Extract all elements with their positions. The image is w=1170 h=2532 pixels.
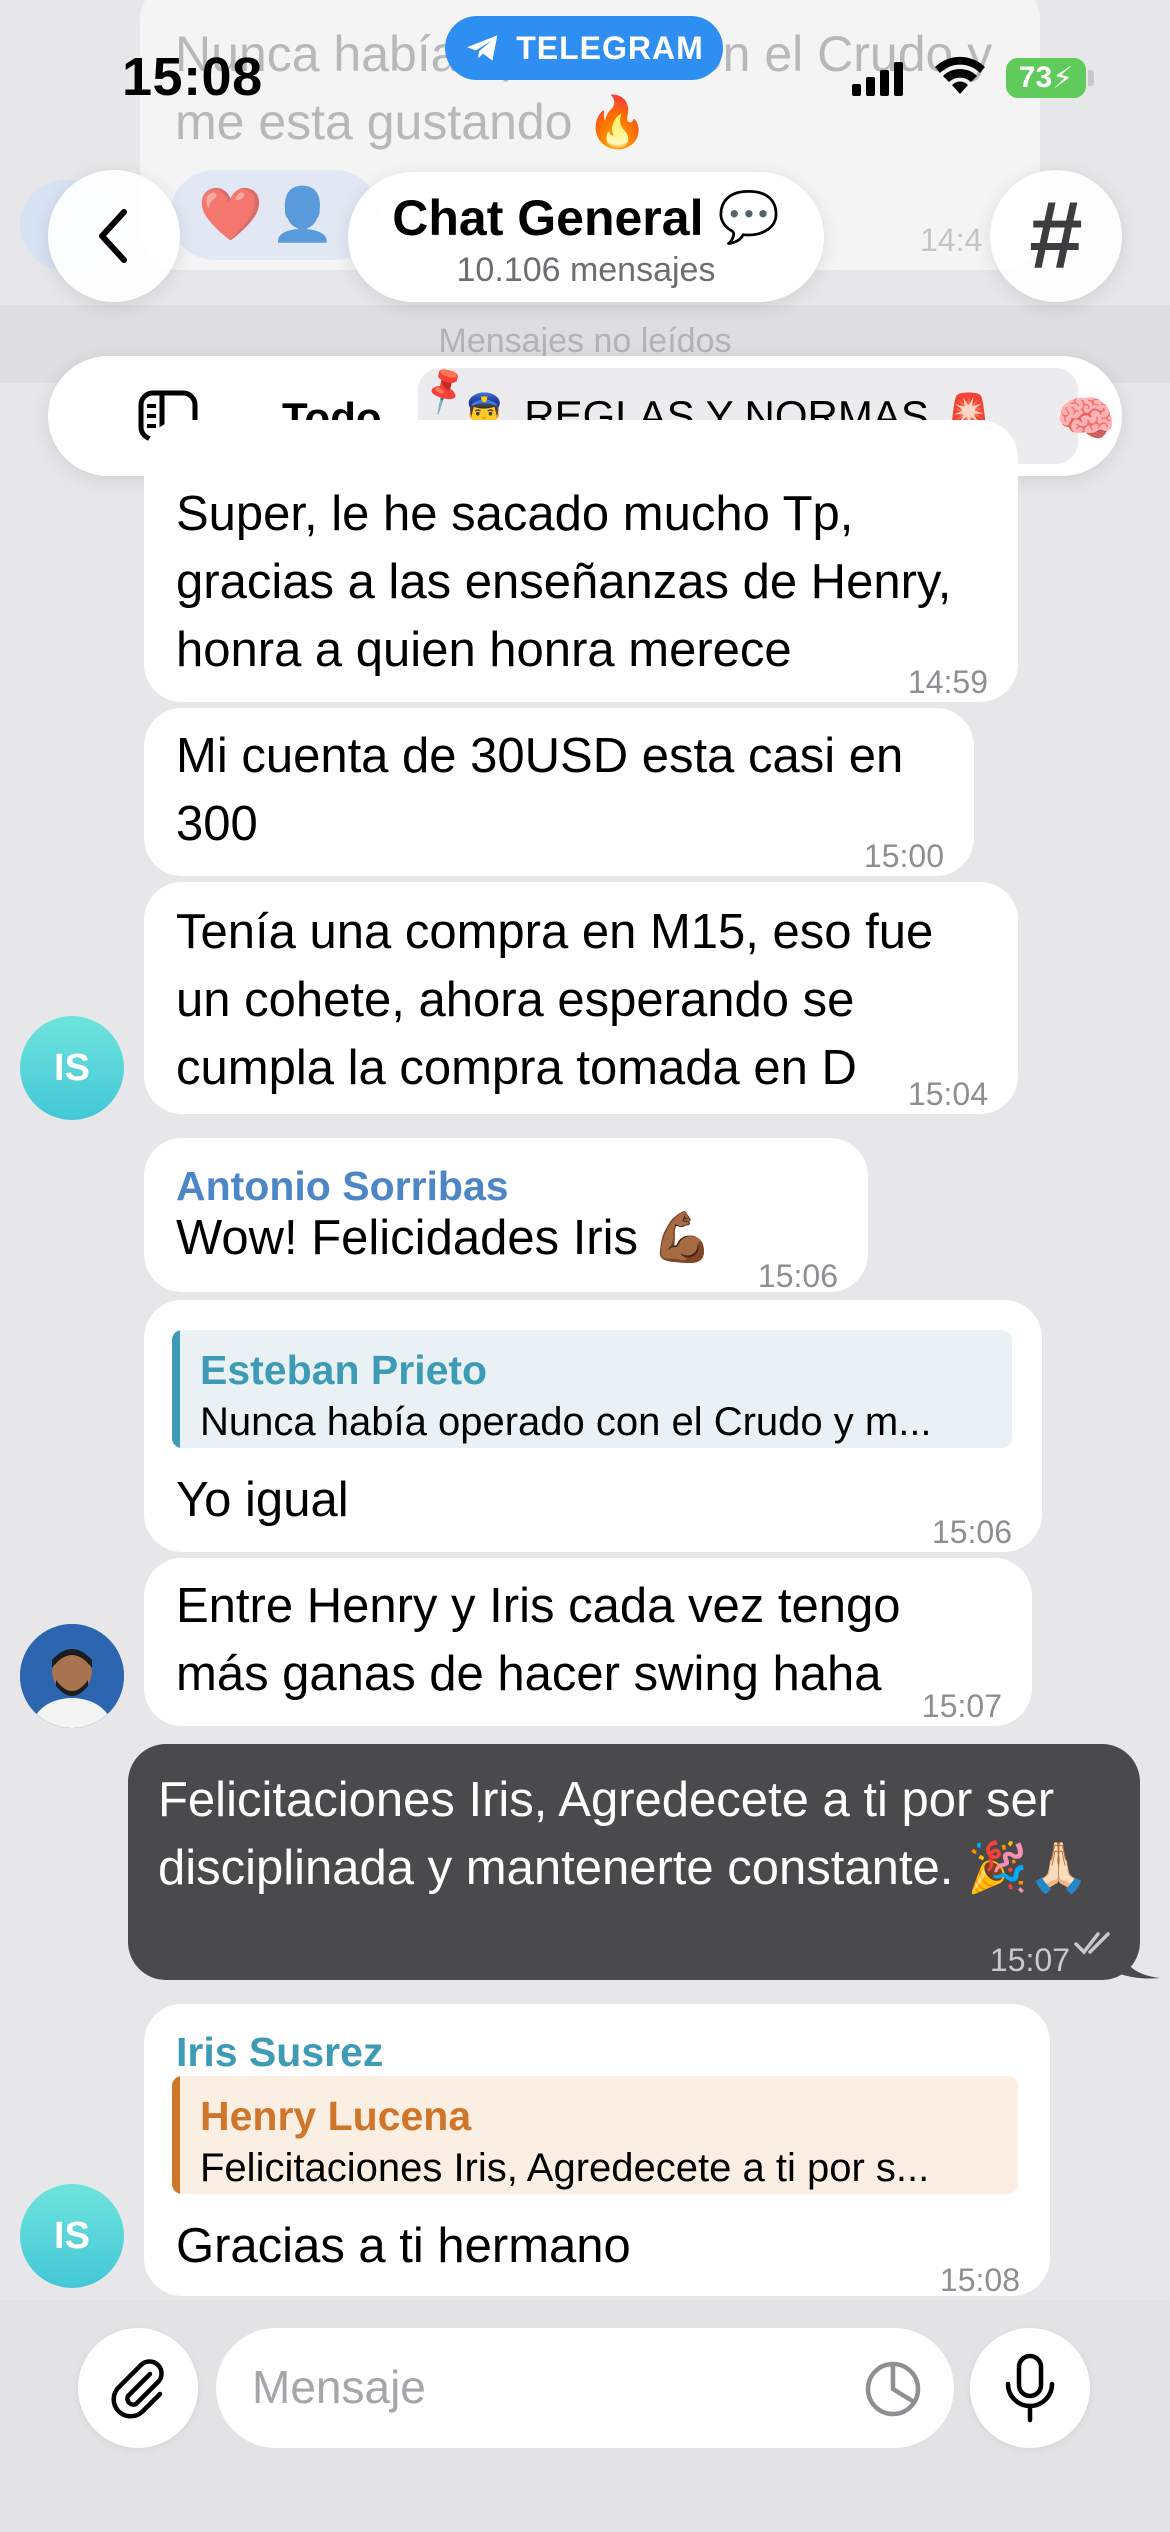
message-count: 10.106 mensajes (456, 251, 716, 289)
message-text: Felicitaciones Iris, Agredecete a ti por… (158, 1773, 1089, 1895)
message-bubble[interactable]: Mi cuenta de 30USD esta casi en 300 15:0… (144, 708, 974, 876)
hash-icon: # (1029, 182, 1083, 289)
message-time: 15:07 (989, 1942, 1070, 1978)
message-time: 15:04 (907, 1076, 988, 1112)
faded-time: 14:4 (920, 222, 983, 258)
message-text: Gracias a ti hermano (176, 2219, 631, 2273)
paperclip-icon (111, 2359, 164, 2419)
message-time: 15:07 (921, 1688, 1002, 1724)
message-text: Yo igual (176, 1473, 349, 1527)
reply-bar (172, 1330, 180, 1448)
microphone-button[interactable] (970, 2328, 1090, 2448)
read-checkmarks-icon (1074, 1932, 1110, 1955)
status-time: 15:08 (122, 47, 263, 107)
chat-title[interactable]: Chat General 💬 10.106 mensajes (348, 172, 824, 302)
message-input-field[interactable] (216, 2328, 954, 2448)
sticker-icon[interactable] (864, 2360, 922, 2418)
reply-preview[interactable]: Henry Lucena Felicitaciones Iris, Agrede… (172, 2076, 1018, 2194)
speech-bubble-icon: 💬 (717, 189, 780, 245)
charging-icon: ⚡ (1052, 61, 1074, 95)
reply-snippet: Felicitaciones Iris, Agredecete a ti por… (200, 2146, 930, 2190)
message-time: 14:59 (907, 664, 988, 700)
message-text: Wow! Felicidades Iris 💪🏾 (176, 1211, 713, 1265)
chat-name: Chat General (392, 189, 704, 246)
back-button[interactable] (48, 170, 180, 302)
microphone-icon (1005, 2353, 1055, 2423)
message-text: Super, le he sacado mucho Tp, gracias a … (176, 487, 952, 677)
reaction-avatar: 👤 (270, 186, 335, 244)
telegram-badge-label: TELEGRAM (516, 29, 704, 66)
message-text: Tenía una compra en M15, eso fue un cohe… (176, 905, 934, 1095)
tab-brain[interactable]: 🧠 (1056, 390, 1116, 447)
telegram-app-badge[interactable]: TELEGRAM (445, 16, 723, 80)
attach-button[interactable] (78, 2328, 198, 2448)
reply-snippet: Nunca había operado con el Crudo y m... (200, 1400, 932, 1444)
battery-indicator: 73 ⚡ (1006, 58, 1086, 98)
message-bubble[interactable]: Iris Susrez Henry Lucena Felicitaciones … (144, 2004, 1050, 2298)
message-bubble[interactable]: Entre Henry y Iris cada vez tengo más ga… (144, 1558, 1032, 1726)
reply-preview[interactable]: Esteban Prieto Nunca había operado con e… (172, 1330, 1012, 1448)
message-text: Entre Henry y Iris cada vez tengo más ga… (176, 1579, 901, 1701)
telegram-icon (467, 35, 498, 61)
message-time: 15:00 (863, 838, 944, 874)
signal-icon (852, 62, 903, 96)
bubble-tail (1120, 1946, 1160, 1979)
reply-bar (172, 2076, 180, 2194)
battery-level: 73 (1018, 61, 1053, 94)
avatar[interactable] (20, 1624, 124, 1728)
outgoing-message-bubble[interactable]: Felicitaciones Iris, Agredecete a ti por… (128, 1744, 1140, 1980)
battery-nub (1088, 70, 1094, 86)
user-photo (20, 1624, 124, 1728)
topic-hash-button[interactable]: # (990, 170, 1122, 302)
message-bubble[interactable]: Esteban Prieto Nunca había operado con e… (144, 1300, 1042, 1552)
message-time: 15:06 (931, 1514, 1012, 1550)
message-bubble[interactable]: Tenía una compra en M15, eso fue un cohe… (144, 882, 1018, 1114)
heart-icon: ❤️ (198, 186, 263, 244)
message-bubble[interactable]: Antonio Sorribas Wow! Felicidades Iris 💪… (144, 1138, 868, 1294)
avatar[interactable]: IS (20, 1016, 124, 1120)
wifi-icon (935, 56, 985, 94)
message-text: Mi cuenta de 30USD esta casi en 300 (176, 729, 904, 851)
message-bubble[interactable]: Super, le he sacado mucho Tp, gracias a … (144, 420, 1018, 702)
chevron-left-icon (99, 209, 127, 263)
avatar[interactable]: IS (20, 2184, 124, 2288)
message-input[interactable] (252, 2352, 832, 2422)
